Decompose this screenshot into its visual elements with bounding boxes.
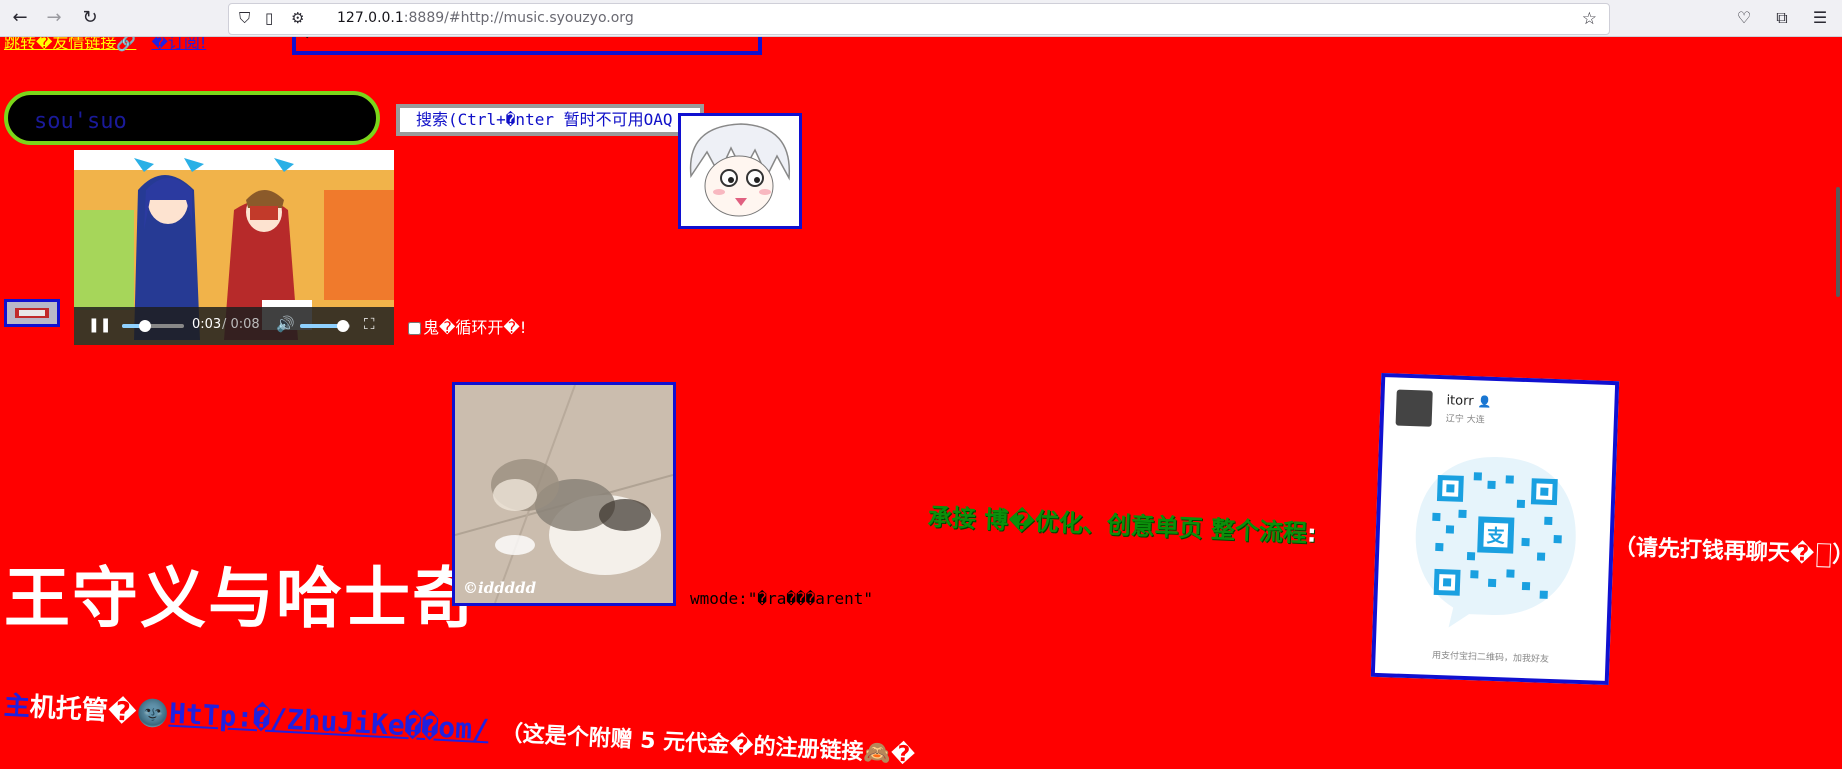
back-icon[interactable]: ← — [6, 4, 34, 32]
services-text: 承接 博�优化、创意单页 整个流程: — [927, 497, 1317, 549]
small-thumbnail[interactable] — [4, 299, 60, 327]
svg-text:支: 支 — [1485, 525, 1506, 548]
menu-icon[interactable]: ☰ — [1806, 4, 1834, 32]
page-icon[interactable]: ▯ — [265, 9, 273, 27]
hosting-label-b: 机托管�🌚 — [29, 692, 170, 730]
time-total: / 0:08 — [222, 317, 260, 332]
pocket-icon[interactable]: ♡ — [1730, 4, 1758, 32]
qr-username: itorr 👤 — [1446, 393, 1492, 410]
seek-handle[interactable] — [139, 320, 152, 332]
missing-glyph-icon — [1815, 543, 1831, 568]
video-controls: ❚❚ 0:03 / 0:08 🔊 ⛶ — [74, 307, 394, 345]
page-title: 王守义与哈士奇 — [4, 560, 480, 637]
anime-girl-image — [678, 113, 802, 229]
pay-note-text: （请先打钱再聊天� — [1613, 535, 1815, 567]
subscribe-link[interactable]: �订阅! — [151, 37, 206, 52]
browser-toolbar: ← → ↻ ⛉ ▯ ⚙ 127.0.0.1:8889/#http://music… — [0, 0, 1842, 37]
volume-icon[interactable]: 🔊 — [276, 315, 295, 333]
url-text[interactable]: 127.0.0.1:8889/#http://music.syouzyo.org — [337, 10, 634, 26]
top-frame: � — [292, 37, 762, 55]
avatar — [1395, 389, 1433, 427]
wmode-text: wmode:"�ra���arent" — [690, 589, 874, 608]
top-frame-glyph: � — [300, 37, 314, 41]
cat-photo: ©iddddd — [452, 382, 676, 606]
top-links: 跳转�友情链接🔗 �订阅! — [4, 37, 206, 53]
scrollbar-thumb[interactable] — [1836, 187, 1840, 297]
loop-toggle[interactable]: 鬼�循环开�! — [408, 314, 526, 338]
forward-icon[interactable]: → — [40, 4, 68, 32]
services-label: 承接 博�优化、创意单页 整个流程 — [927, 503, 1308, 548]
photo-watermark: ©iddddd — [463, 579, 537, 597]
bookmark-star-icon[interactable]: ☆ — [1582, 9, 1597, 29]
scrollbar[interactable] — [1832, 37, 1842, 769]
extensions-icon[interactable]: ⧉ — [1768, 4, 1796, 32]
services-colon: : — [1306, 519, 1318, 548]
search-button[interactable]: 搜索(Ctrl+�nter 暂时不可用OAQ — [396, 104, 704, 136]
hosting-label-a: 主 — [3, 691, 31, 723]
shield-icon[interactable]: ⛉ — [239, 9, 250, 27]
time-current: 0:03 — [192, 317, 222, 332]
reload-icon[interactable]: ↻ — [76, 4, 104, 32]
zhujike-link[interactable]: HtTp:�/ZhuJiKe��om/ — [168, 697, 490, 747]
qr-caption: 用支付宝扫二维码，加我好友 — [1431, 650, 1550, 665]
friend-link[interactable]: 跳转�友情链接🔗 — [4, 37, 136, 52]
fullscreen-icon[interactable]: ⛶ — [364, 315, 375, 333]
permissions-icon[interactable]: ⚙ — [291, 9, 304, 27]
loop-checkbox[interactable] — [408, 322, 421, 335]
loop-label: 鬼�循环开�! — [423, 318, 527, 337]
address-bar[interactable]: ⛉ ▯ ⚙ 127.0.0.1:8889/#http://music.syouz… — [228, 3, 1610, 35]
hosting-note: （这是个附赠 5 元代金�的注册链接🙈� — [500, 721, 916, 768]
hosting-line: 主机托管�🌚HtTp:�/ZhuJiKe��om/（这是个附赠 5 元代金�的注… — [3, 685, 916, 769]
page-content: 跳转�友情链接🔗 �订阅! � sou'suo 搜索(Ctrl+�nter 暂时… — [0, 37, 1842, 769]
volume-handle[interactable] — [336, 320, 349, 332]
pay-note: （请先打钱再聊天�） — [1613, 529, 1842, 569]
video-player[interactable]: ❚❚ 0:03 / 0:08 🔊 ⛶ — [74, 150, 394, 345]
user-icon: 👤 — [1477, 395, 1492, 409]
qr-code: 支 — [1415, 457, 1576, 628]
pause-icon[interactable]: ❚❚ — [88, 317, 111, 333]
qr-location: 辽宁 大连 — [1445, 414, 1485, 426]
alipay-qr-card: itorr 👤 辽宁 大连 支 用支付宝扫二维码，加我好友 — [1370, 372, 1620, 686]
search-input[interactable]: sou'suo — [4, 91, 380, 145]
